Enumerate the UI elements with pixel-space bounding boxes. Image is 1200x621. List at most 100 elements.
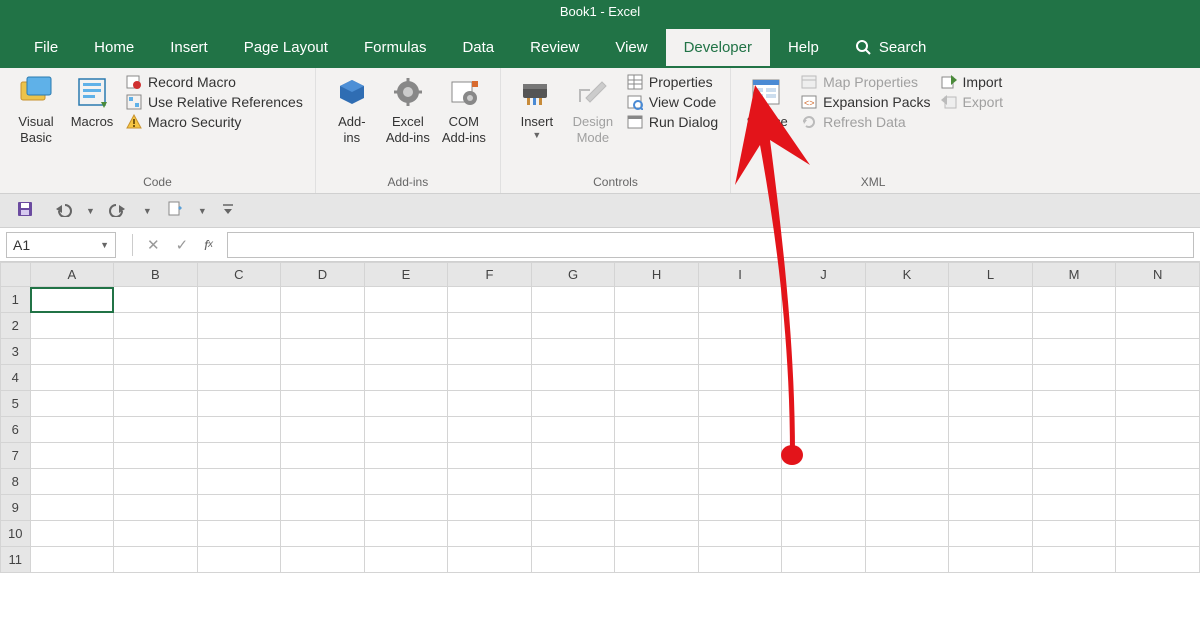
cell-K2[interactable] [865,313,949,339]
cell-A9[interactable] [30,495,114,521]
cell-E3[interactable] [364,339,448,365]
cell-B2[interactable] [114,313,198,339]
cell-E10[interactable] [364,521,448,547]
cell-I2[interactable] [698,313,781,339]
cell-E9[interactable] [364,495,448,521]
cell-I6[interactable] [698,417,781,443]
undo-dropdown[interactable]: ▼ [86,206,95,216]
cell-F9[interactable] [448,495,532,521]
tell-me-search[interactable]: Search [837,29,945,66]
cell-C11[interactable] [197,547,281,573]
formula-input[interactable] [227,232,1194,258]
column-header-I[interactable]: I [698,263,781,287]
column-header-L[interactable]: L [949,263,1032,287]
cell-I3[interactable] [698,339,781,365]
insert-controls-button[interactable]: Insert ▼ [509,72,565,140]
column-header-A[interactable]: A [30,263,114,287]
tab-help[interactable]: Help [770,29,837,66]
column-header-B[interactable]: B [114,263,198,287]
expansion-packs-button[interactable]: <> Expansion Packs [801,94,930,110]
cell-A2[interactable] [30,313,114,339]
cell-D9[interactable] [281,495,365,521]
cell-M2[interactable] [1032,313,1116,339]
cell-L11[interactable] [949,547,1032,573]
cell-H4[interactable] [615,365,699,391]
cell-K1[interactable] [865,287,949,313]
cell-K10[interactable] [865,521,949,547]
cell-E1[interactable] [364,287,448,313]
cell-H5[interactable] [615,391,699,417]
cell-B8[interactable] [114,469,198,495]
cell-L7[interactable] [949,443,1032,469]
cell-G7[interactable] [531,443,615,469]
column-header-H[interactable]: H [615,263,699,287]
cell-J3[interactable] [782,339,865,365]
cell-M8[interactable] [1032,469,1116,495]
macros-button[interactable]: Macros [64,72,120,130]
export-button[interactable]: Export [941,94,1003,110]
cell-N3[interactable] [1116,339,1200,365]
cell-K3[interactable] [865,339,949,365]
cell-C8[interactable] [197,469,281,495]
cell-B5[interactable] [114,391,198,417]
cell-M11[interactable] [1032,547,1116,573]
customize-qat-button[interactable] [217,200,239,221]
cell-M7[interactable] [1032,443,1116,469]
cell-F11[interactable] [448,547,532,573]
cell-H10[interactable] [615,521,699,547]
cell-N4[interactable] [1116,365,1200,391]
cell-K8[interactable] [865,469,949,495]
row-header-9[interactable]: 9 [1,495,31,521]
row-header-7[interactable]: 7 [1,443,31,469]
cell-D7[interactable] [281,443,365,469]
tab-formulas[interactable]: Formulas [346,29,445,66]
cell-F6[interactable] [448,417,532,443]
cell-H8[interactable] [615,469,699,495]
tab-insert[interactable]: Insert [152,29,226,66]
cancel-formula-button[interactable]: ✕ [147,236,160,254]
visual-basic-button[interactable]: Visual Basic [8,72,64,145]
cell-J2[interactable] [782,313,865,339]
cell-D11[interactable] [281,547,365,573]
cell-N5[interactable] [1116,391,1200,417]
cell-M1[interactable] [1032,287,1116,313]
view-code-button[interactable]: View Code [627,94,718,110]
cell-C3[interactable] [197,339,281,365]
cell-A3[interactable] [30,339,114,365]
cell-I9[interactable] [698,495,781,521]
cell-D4[interactable] [281,365,365,391]
row-header-1[interactable]: 1 [1,287,31,313]
cell-B1[interactable] [114,287,198,313]
cell-H7[interactable] [615,443,699,469]
cell-N6[interactable] [1116,417,1200,443]
cell-L1[interactable] [949,287,1032,313]
tab-home[interactable]: Home [76,29,152,66]
save-button[interactable] [12,198,38,223]
cell-J7[interactable] [782,443,865,469]
com-addins-button[interactable]: COM Add-ins [436,72,492,145]
cell-B6[interactable] [114,417,198,443]
cell-I11[interactable] [698,547,781,573]
cell-K6[interactable] [865,417,949,443]
cell-K7[interactable] [865,443,949,469]
insert-function-button[interactable]: fx [204,237,213,253]
tab-review[interactable]: Review [512,29,597,66]
cell-D5[interactable] [281,391,365,417]
cell-A4[interactable] [30,365,114,391]
cell-D1[interactable] [281,287,365,313]
cell-B3[interactable] [114,339,198,365]
cell-G11[interactable] [531,547,615,573]
cell-J1[interactable] [782,287,865,313]
cell-A5[interactable] [30,391,114,417]
cell-J6[interactable] [782,417,865,443]
cell-E4[interactable] [364,365,448,391]
cell-A11[interactable] [30,547,114,573]
import-button[interactable]: Import [941,74,1003,90]
cell-E8[interactable] [364,469,448,495]
tab-file[interactable]: File [16,29,76,66]
cell-K11[interactable] [865,547,949,573]
cell-C1[interactable] [197,287,281,313]
cell-J5[interactable] [782,391,865,417]
cell-H3[interactable] [615,339,699,365]
cell-J9[interactable] [782,495,865,521]
